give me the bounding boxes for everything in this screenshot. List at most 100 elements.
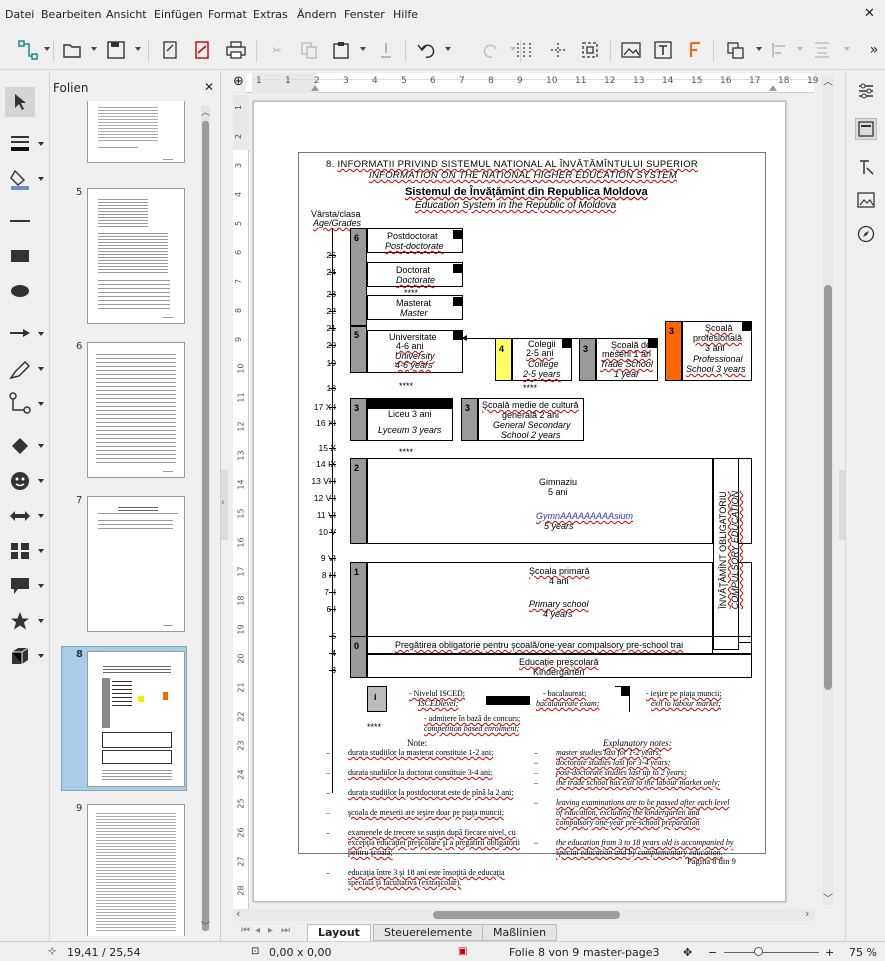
slide-layout-icon[interactable] xyxy=(855,118,877,140)
last-tab-icon[interactable]: ⏭ xyxy=(281,925,290,936)
block-arrows-icon[interactable] xyxy=(8,504,32,528)
line-color-icon[interactable] xyxy=(8,131,32,155)
fontwork-icon[interactable] xyxy=(683,38,707,62)
chevron-down-icon[interactable] xyxy=(38,444,44,448)
menu-extras[interactable]: Extras xyxy=(253,8,288,21)
chevron-down-icon[interactable] xyxy=(38,402,44,406)
rectangle-icon[interactable] xyxy=(8,244,32,268)
line-icon[interactable] xyxy=(8,209,32,233)
menu-fenster[interactable]: Fenster xyxy=(344,8,385,21)
chevron-down-icon[interactable] xyxy=(38,654,44,658)
chevron-down-icon[interactable] xyxy=(38,479,44,483)
zoom-slider-thumb[interactable] xyxy=(754,947,763,956)
slide-panel-scroll-thumb[interactable] xyxy=(202,121,209,931)
chevron-down-icon[interactable] xyxy=(360,47,366,51)
clone-formatting-icon[interactable] xyxy=(374,38,398,62)
tab-layout[interactable]: Layout xyxy=(307,924,371,941)
star-icon[interactable] xyxy=(8,609,32,633)
export-pdf-icon[interactable] xyxy=(190,38,214,62)
menu-hilfe[interactable]: Hilfe xyxy=(393,8,418,21)
zoom-level[interactable]: 75 % xyxy=(849,946,877,959)
vertical-scrollbar[interactable]: ︿ ﹀ xyxy=(822,75,834,905)
export-icon[interactable] xyxy=(158,38,182,62)
close-panel-icon[interactable]: ✕ xyxy=(204,80,214,94)
next-tab-icon[interactable]: ▸ xyxy=(268,925,273,936)
menu-aendern[interactable]: Ändern xyxy=(297,8,337,21)
chevron-down-icon[interactable] xyxy=(38,549,44,553)
chevron-down-icon[interactable] xyxy=(91,47,97,51)
undo-icon[interactable] xyxy=(414,38,438,62)
close-document-icon[interactable]: ✕ xyxy=(864,6,875,21)
insert-image-icon[interactable] xyxy=(619,38,643,62)
scroll-right-icon[interactable]: › xyxy=(805,907,809,920)
paste-icon[interactable] xyxy=(329,38,353,62)
menu-ansicht[interactable]: Ansicht xyxy=(106,8,147,21)
insert-textbox-icon[interactable] xyxy=(651,38,675,62)
menu-datei[interactable]: Datei xyxy=(5,8,34,21)
scroll-left-icon[interactable]: ‹ xyxy=(236,907,240,920)
chevron-down-icon[interactable] xyxy=(844,47,850,51)
properties-icon[interactable] xyxy=(855,80,877,102)
distribute-icon[interactable] xyxy=(810,38,834,62)
print-icon[interactable] xyxy=(224,38,248,62)
symbol-shapes-icon[interactable] xyxy=(8,469,32,493)
tab-masslinien[interactable]: Maßlinien xyxy=(482,924,558,941)
basic-shapes-icon[interactable] xyxy=(8,434,32,458)
callout-icon[interactable] xyxy=(8,574,32,598)
chevron-down-icon[interactable] xyxy=(38,584,44,588)
fill-color-icon[interactable] xyxy=(8,167,32,191)
chevron-down-icon[interactable] xyxy=(445,47,451,51)
redo-icon[interactable] xyxy=(480,38,504,62)
prev-tab-icon[interactable]: ◂ xyxy=(255,925,260,936)
slide-thumbnail-6[interactable] xyxy=(87,342,185,478)
zoom-slider[interactable] xyxy=(724,952,819,953)
navigator-icon[interactable] xyxy=(855,223,877,245)
zoom-in-icon[interactable]: + xyxy=(825,946,834,959)
horizontal-ruler[interactable]: 1 1 2 3 4 5 6 7 8 9 10 11 12 13 14 15 16 17 18 19 xyxy=(246,73,818,93)
grid-icon[interactable] xyxy=(512,38,536,62)
zoom-page-icon[interactable] xyxy=(578,38,602,62)
horizontal-scrollbar[interactable]: ‹ › xyxy=(233,907,815,921)
helplines-icon[interactable] xyxy=(546,38,570,62)
menu-format[interactable]: Format xyxy=(208,8,247,21)
first-tab-icon[interactable]: ⏮ xyxy=(241,925,250,936)
toolbar-overflow-icon[interactable]: » xyxy=(866,38,882,62)
ellipse-icon[interactable] xyxy=(8,279,32,303)
chevron-down-icon[interactable] xyxy=(38,177,44,181)
3d-object-icon[interactable] xyxy=(8,644,32,668)
transformations-icon[interactable] xyxy=(724,38,748,62)
slide-thumbnail-5[interactable] xyxy=(87,188,185,324)
fit-slide-icon[interactable]: ✥ xyxy=(683,946,692,959)
chevron-down-icon[interactable] xyxy=(135,47,141,51)
styles-icon[interactable] xyxy=(855,156,877,178)
curve-icon[interactable] xyxy=(8,357,32,381)
chevron-down-icon[interactable] xyxy=(38,142,44,146)
connector-tool-icon[interactable] xyxy=(8,391,32,415)
slide-thumbnail-4[interactable] xyxy=(87,101,185,163)
slide-thumbnail-9[interactable] xyxy=(87,804,185,936)
scroll-up-icon[interactable]: ︿ xyxy=(201,105,210,118)
panel-collapse-handle[interactable]: ‹ xyxy=(221,470,228,540)
select-arrow-icon[interactable] xyxy=(5,87,35,117)
connector-icon[interactable] xyxy=(16,38,40,62)
chevron-down-icon[interactable] xyxy=(38,619,44,623)
horizontal-scroll-thumb[interactable] xyxy=(433,911,620,919)
slide-thumbnail-8[interactable] xyxy=(87,651,185,787)
arrow-line-icon[interactable] xyxy=(8,321,32,345)
align-icon[interactable] xyxy=(768,38,792,62)
vertical-scroll-thumb[interactable] xyxy=(824,285,832,690)
scroll-down-icon[interactable]: ﹀ xyxy=(823,890,833,905)
save-icon[interactable] xyxy=(104,38,128,62)
scroll-up-icon[interactable]: ︿ xyxy=(823,73,833,88)
copy-icon[interactable] xyxy=(297,38,321,62)
open-icon[interactable] xyxy=(61,38,85,62)
scroll-down-icon[interactable]: ﹀ xyxy=(201,919,210,932)
chevron-down-icon[interactable] xyxy=(38,514,44,518)
chevron-down-icon[interactable] xyxy=(756,47,762,51)
flowchart-icon[interactable] xyxy=(8,539,32,563)
zoom-out-icon[interactable]: − xyxy=(708,946,717,959)
chevron-down-icon[interactable] xyxy=(44,47,50,51)
tab-steuerelemente[interactable]: Steuerelemente xyxy=(373,924,484,941)
chevron-down-icon[interactable] xyxy=(38,332,44,336)
slide-page[interactable]: 8. INFORMATII PRIVIND SISTEMUL NATIONAL … xyxy=(253,101,786,902)
